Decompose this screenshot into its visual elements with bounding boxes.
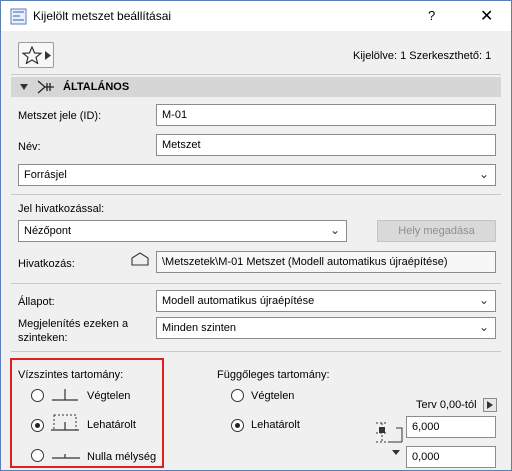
triangle-right-icon xyxy=(45,51,51,60)
selection-info: Kijelölve: 1 Szerkeszthető: 1 xyxy=(353,50,492,62)
show-on-select[interactable]: Minden szinten ⌄ xyxy=(156,317,496,339)
chevron-down-icon: ⌄ xyxy=(478,167,489,181)
status-select-value: Modell automatikus újraépítése xyxy=(162,295,315,307)
ref-label: Jel hivatkozással: xyxy=(18,203,105,215)
radio-limited[interactable] xyxy=(31,419,44,432)
zero-depth-icon xyxy=(52,454,80,459)
id-input[interactable]: M-01 xyxy=(156,104,496,126)
status-select[interactable]: Modell automatikus újraépítése ⌄ xyxy=(156,290,496,312)
favorites-button[interactable] xyxy=(18,42,54,68)
close-icon[interactable]: ✕ xyxy=(480,6,493,26)
divider xyxy=(11,74,501,75)
horizontal-range-title: Vízszintes tartomány: xyxy=(18,369,124,381)
title-bar: Kijelölt metszet beállításai ? ✕ xyxy=(1,1,511,31)
window-title: Kijelölt metszet beállításai xyxy=(33,9,172,23)
app-icon xyxy=(10,8,27,25)
collapse-triangle-icon xyxy=(20,84,28,90)
marker-type-select[interactable]: Forrásjel ⌄ xyxy=(18,164,496,186)
settings-dialog: Kijelölt metszet beállításai ? ✕ Kijelöl… xyxy=(0,0,512,471)
divider xyxy=(11,194,501,195)
vertical-range-title: Függőleges tartomány: xyxy=(217,369,330,381)
ref-to-label: Hivatkozás: xyxy=(18,258,75,270)
ref-to-field: \Metszetek\M-01 Metszet (Modell automati… xyxy=(156,251,496,273)
section-header-general[interactable]: ÁLTALÁNOS xyxy=(11,77,501,97)
horizontal-option-label: Nulla mélység xyxy=(87,451,157,463)
chevron-down-icon: ⌄ xyxy=(329,223,340,237)
divider xyxy=(11,283,501,284)
locate-button[interactable]: Hely megadása xyxy=(377,220,496,242)
section-tool-icon xyxy=(37,80,54,94)
divider xyxy=(11,351,501,352)
reference-level-button[interactable] xyxy=(483,398,497,412)
vertical-option-label: Végtelen xyxy=(251,390,295,402)
limited-range-icon xyxy=(51,414,79,431)
radio-infinite[interactable] xyxy=(31,389,44,402)
show-on-label-line2: szinteken: xyxy=(18,332,68,344)
radio-vertical-limited[interactable] xyxy=(231,419,244,432)
vertical-limits-icon xyxy=(376,422,403,455)
triangle-right-icon xyxy=(487,401,493,409)
name-label: Név: xyxy=(18,141,41,153)
star-icon xyxy=(22,46,42,64)
section-title: ÁLTALÁNOS xyxy=(63,81,130,93)
ref-select-value: Nézőpont xyxy=(24,225,72,237)
radio-vertical-infinite[interactable] xyxy=(231,389,244,402)
vertical-option-label: Lehatárolt xyxy=(251,419,300,431)
bottom-level-input[interactable]: 0,000 xyxy=(406,446,496,468)
show-on-label-line1: Megjelenítés ezeken a xyxy=(18,318,129,330)
chevron-down-icon: ⌄ xyxy=(478,293,489,307)
marker-type-value: Forrásjel xyxy=(24,169,67,181)
show-on-select-value: Minden szinten xyxy=(162,322,236,334)
house-icon xyxy=(131,252,149,266)
id-label: Metszet jele (ID): xyxy=(18,110,102,122)
status-label: Állapot: xyxy=(18,296,55,308)
chevron-down-icon: ⌄ xyxy=(478,320,489,334)
top-level-input[interactable]: 6,000 xyxy=(406,416,496,438)
horizontal-option-label: Végtelen xyxy=(87,390,131,402)
radio-zero-depth[interactable] xyxy=(31,449,44,462)
ref-select[interactable]: Nézőpont ⌄ xyxy=(18,220,347,242)
name-input[interactable]: Metszet xyxy=(156,134,496,156)
reference-level-label: Terv 0,00-tól xyxy=(416,399,477,411)
help-icon[interactable]: ? xyxy=(428,8,435,23)
horizontal-option-label: Lehatárolt xyxy=(87,419,136,431)
infinite-range-icon xyxy=(52,389,78,401)
